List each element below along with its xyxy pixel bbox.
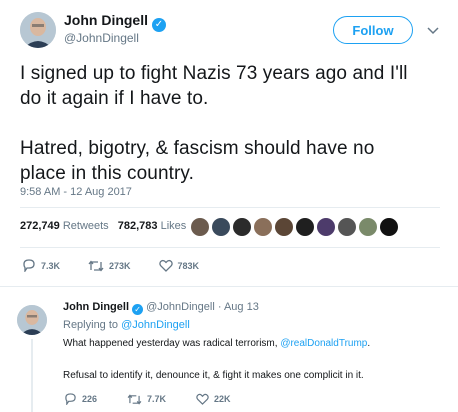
- tweet-text-line: I signed up to fight Nazis 73 years ago …: [20, 63, 408, 84]
- retweet-icon: [88, 259, 104, 272]
- reply-count: 7.3K: [41, 260, 61, 271]
- reply-author-name[interactable]: John Dingell: [63, 301, 129, 313]
- heart-icon: [158, 259, 173, 272]
- tweet-text-line: do it again if I have to.: [20, 88, 209, 109]
- likes-stat[interactable]: 782,783 Likes: [118, 220, 187, 232]
- retweet-count: 273K: [109, 260, 131, 271]
- reply-action[interactable]: 7.3K: [22, 259, 60, 272]
- verified-badge-icon: ✓: [132, 304, 144, 315]
- follow-button[interactable]: Follow: [333, 16, 413, 44]
- verified-badge-icon: ✓: [151, 18, 166, 32]
- liker-avatar[interactable]: [254, 218, 272, 236]
- retweets-count: 272,749: [20, 220, 60, 232]
- reply-reply-count: 226: [82, 394, 98, 404]
- liker-avatar[interactable]: [359, 218, 377, 236]
- like-action[interactable]: 22K: [196, 393, 231, 405]
- liker-avatar[interactable]: [233, 218, 251, 236]
- retweets-stat[interactable]: 272,749 Retweets: [20, 220, 112, 232]
- reply-author-avatar[interactable]: [17, 305, 47, 335]
- likes-count: 782,783: [117, 220, 158, 232]
- reply-icon: [23, 259, 35, 272]
- liker-avatar[interactable]: [338, 218, 356, 236]
- liker-avatar[interactable]: [275, 218, 293, 236]
- thread-line: [31, 339, 33, 412]
- tweet-text-line: Hatred, bigotry, & fascism should have n…: [20, 138, 375, 159]
- divider: [20, 247, 440, 248]
- tweet-actions: 7.3K 273K 783K: [22, 259, 199, 272]
- reply-text-line: Refusal to identify it, denounce it, & f…: [63, 370, 364, 381]
- liker-avatar[interactable]: [212, 218, 230, 236]
- like-count: 783K: [177, 260, 200, 271]
- separator: ·: [217, 301, 222, 313]
- likes-label: Likes: [160, 220, 187, 232]
- tweet-text-line: place in this country.: [20, 163, 194, 184]
- retweets-label: Retweets: [62, 220, 109, 232]
- reply-text: What happened yesterday was radical terr…: [63, 337, 448, 350]
- reply-retweet-count: 7.7K: [147, 394, 167, 404]
- replying-to-label: Replying to: [63, 319, 119, 331]
- author-handle[interactable]: @JohnDingell: [64, 31, 139, 45]
- liker-avatar[interactable]: [191, 218, 209, 236]
- retweet-icon: [127, 393, 142, 405]
- reply-text-part: .: [367, 338, 371, 349]
- reply-icon: [65, 393, 76, 405]
- reply-author-handle[interactable]: @JohnDingell: [146, 301, 215, 313]
- reply-action[interactable]: 226: [64, 393, 97, 405]
- reply-like-count: 22K: [214, 394, 231, 404]
- retweet-action[interactable]: 7.7K: [127, 393, 166, 405]
- liker-avatar[interactable]: [296, 218, 314, 236]
- liker-avatar[interactable]: [380, 218, 398, 236]
- tweet-timestamp[interactable]: 9:58 AM - 12 Aug 2017: [20, 186, 132, 198]
- tweet-text: I signed up to fight Nazis 73 years ago …: [20, 61, 450, 186]
- reply-text-part: What happened yesterday was radical terr…: [63, 338, 278, 349]
- author-name[interactable]: John Dingell: [64, 12, 148, 28]
- replying-to: Replying to @JohnDingell: [63, 319, 190, 331]
- likers-avatars: [191, 218, 401, 236]
- divider: [20, 207, 440, 208]
- mention-link[interactable]: @realDonaldTrump: [280, 338, 367, 349]
- replying-to-handle-link[interactable]: @JohnDingell: [121, 319, 190, 331]
- liker-avatar[interactable]: [317, 218, 335, 236]
- heart-icon: [196, 393, 209, 405]
- tweet-stats: 272,749 Retweets 782,783 Likes: [20, 220, 186, 232]
- retweet-action[interactable]: 273K: [88, 259, 131, 272]
- author-avatar[interactable]: [20, 12, 56, 48]
- like-action[interactable]: 783K: [158, 259, 200, 272]
- reply-header: John Dingell ✓ @JohnDingell · Aug 13: [63, 301, 259, 315]
- reply-actions: 226 7.7K 22K: [64, 393, 231, 405]
- chevron-down-icon[interactable]: [427, 22, 439, 40]
- reply-date[interactable]: Aug 13: [224, 301, 259, 313]
- divider: [0, 286, 458, 287]
